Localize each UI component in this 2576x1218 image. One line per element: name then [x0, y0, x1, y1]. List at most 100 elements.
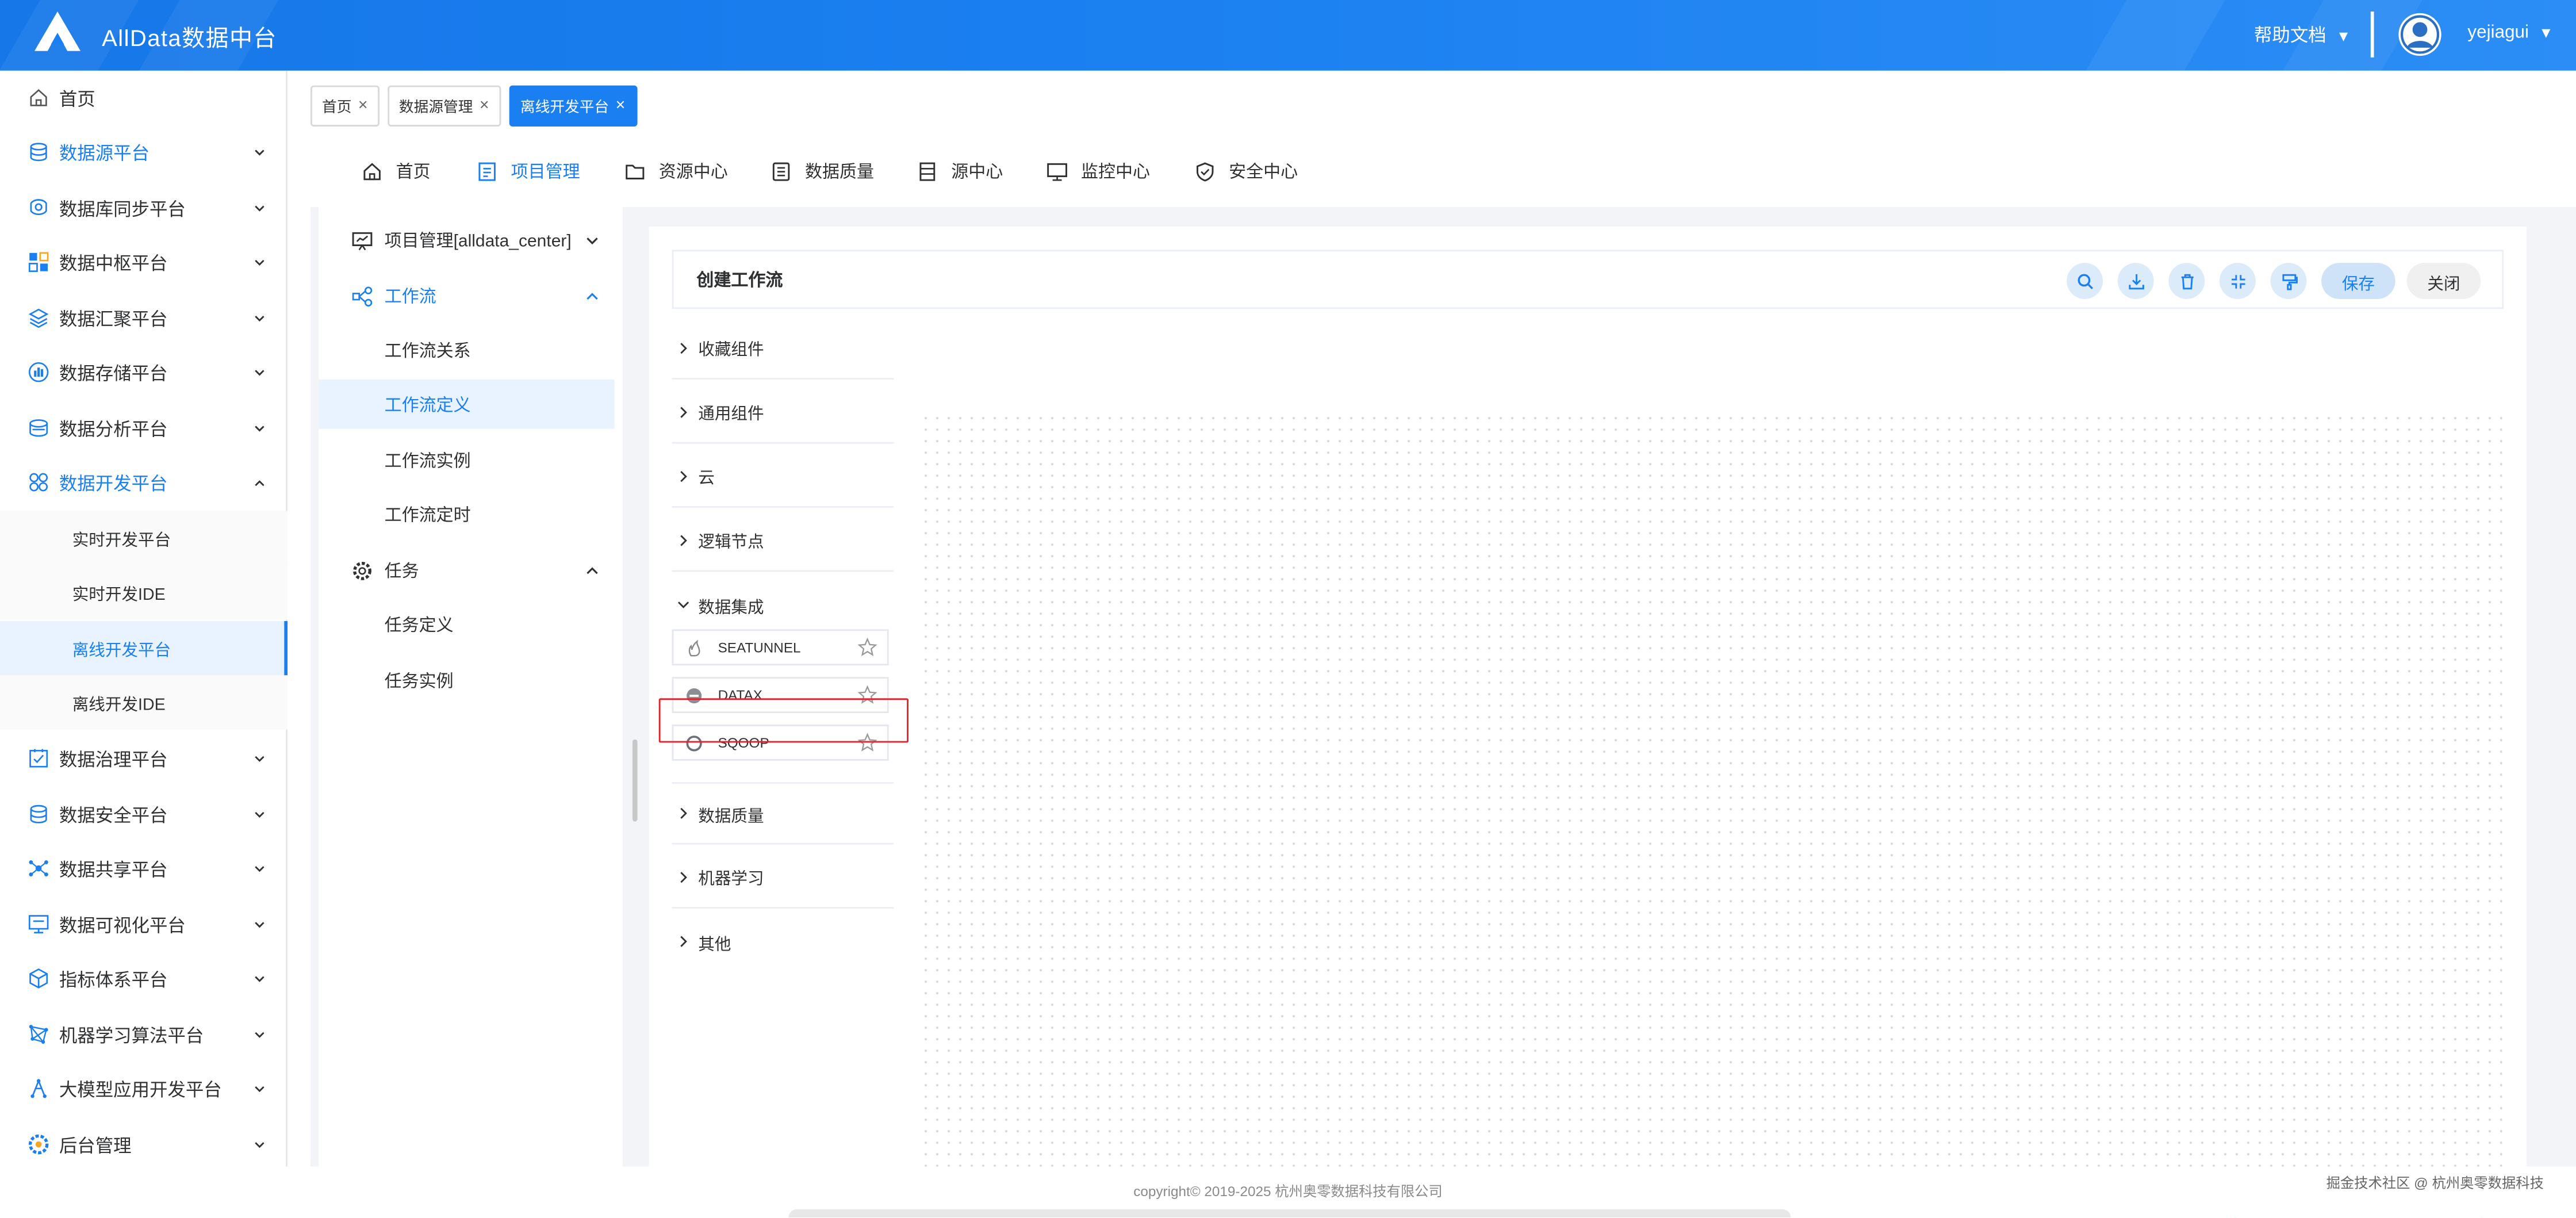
- sidebar-item-db-sync[interactable]: 数据库同步平台: [0, 181, 288, 235]
- sidebar-item-label: 数据分析平台: [59, 420, 168, 440]
- submenu-project[interactable]: 项目管理[alldata_center]: [319, 215, 614, 265]
- header-divider: [2370, 12, 2374, 58]
- tag-home[interactable]: 首页 ×: [310, 85, 379, 127]
- submenu-label: 任务: [384, 561, 419, 581]
- component-label: SEATUNNEL: [718, 639, 801, 656]
- sidebar-item-data-storage[interactable]: 数据存储平台: [0, 345, 288, 399]
- sidebar-item-data-hub[interactable]: 数据中枢平台: [0, 235, 288, 289]
- help-docs-menu[interactable]: 帮助文档 ▼: [2254, 21, 2351, 48]
- sidebar-item-llm[interactable]: 大模型应用开发平台: [0, 1062, 288, 1116]
- download-button[interactable]: [2117, 263, 2154, 299]
- delete-button[interactable]: [2168, 263, 2205, 299]
- sidebar-subitem-offline-dev[interactable]: 离线开发平台: [0, 621, 288, 676]
- tag-label: 数据源管理: [398, 98, 473, 115]
- sidebar-item-data-security[interactable]: 数据安全平台: [0, 787, 288, 841]
- category-label: 数据集成: [698, 599, 764, 617]
- footer: copyright© 2019-2025 杭州奥零数据科技有限公司 掘金技术社区…: [0, 1166, 2576, 1218]
- sidebar-item-admin[interactable]: 后台管理: [0, 1117, 288, 1171]
- category-ml[interactable]: 机器学习: [672, 846, 894, 909]
- category-label: 数据质量: [698, 807, 764, 826]
- workflow-canvas[interactable]: [920, 412, 2502, 1218]
- chevron-right-icon: [680, 936, 687, 947]
- fullscreen-button[interactable]: [2220, 263, 2256, 299]
- sidebar-item-metrics[interactable]: 指标体系平台: [0, 951, 288, 1005]
- category-data-integration[interactable]: 数据集成: [672, 573, 894, 636]
- chevron-down-icon: [255, 369, 264, 376]
- topnav-label: 项目管理: [511, 162, 580, 182]
- settings-icon: [28, 1134, 49, 1155]
- sidebar-item-label: 数据开发平台: [59, 474, 168, 494]
- submenu-workflow-relation[interactable]: 工作流关系: [319, 325, 614, 375]
- sidebar-item-label: 首页: [59, 89, 95, 109]
- topnav-source[interactable]: 源中心: [917, 155, 1046, 187]
- sidebar-item-data-share[interactable]: 数据共享平台: [0, 841, 288, 895]
- submenu-workflow[interactable]: 工作流: [319, 271, 614, 320]
- star-icon[interactable]: [857, 637, 877, 657]
- search-button[interactable]: [2067, 263, 2103, 299]
- user-menu[interactable]: yejiagui ▼: [2467, 23, 2553, 43]
- sidebar-item-label: 数据存储平台: [59, 363, 168, 384]
- chevron-up-icon: [586, 292, 598, 299]
- submenu-task[interactable]: 任务: [319, 546, 614, 595]
- logo-icon[interactable]: [33, 8, 82, 54]
- left-sidebar: 首页 数据源平台 数据库同步平台 数据中枢平台 数据汇聚平台 数据存储平台 数据…: [0, 70, 288, 1218]
- sidebar-item-home[interactable]: 首页: [0, 71, 288, 125]
- chevron-right-icon: [680, 534, 687, 546]
- submenu-task-instance[interactable]: 任务实例: [319, 656, 614, 705]
- submenu-workflow-timing[interactable]: 工作流定时: [319, 489, 614, 539]
- user-avatar[interactable]: [2398, 13, 2441, 56]
- governance-icon: [29, 749, 48, 768]
- submenu-scrollbar[interactable]: [632, 739, 638, 822]
- topnav-resource[interactable]: 资源中心: [624, 155, 770, 187]
- tag-label: 离线开发平台: [520, 98, 610, 115]
- sidebar-item-data-visual[interactable]: 数据可视化平台: [0, 897, 288, 951]
- sidebar-item-data-analysis[interactable]: 数据分析平台: [0, 401, 288, 455]
- sidebar-subitem-offline-ide[interactable]: 离线开发IDE: [0, 675, 288, 730]
- close-icon[interactable]: ×: [480, 97, 489, 115]
- category-cloud[interactable]: 云: [672, 445, 894, 508]
- close-icon[interactable]: ×: [616, 97, 626, 115]
- topnav-label: 首页: [396, 162, 431, 182]
- format-button[interactable]: [2270, 263, 2307, 299]
- chevron-up-icon: [586, 566, 598, 573]
- topnav-project[interactable]: 项目管理: [477, 155, 624, 187]
- close-button[interactable]: 关闭: [2406, 263, 2481, 299]
- topnav-security[interactable]: 安全中心: [1194, 155, 1342, 187]
- dev-icon: [29, 473, 48, 492]
- topnav-quality[interactable]: 数据质量: [770, 155, 917, 187]
- sidebar-item-ml[interactable]: 机器学习算法平台: [0, 1007, 288, 1061]
- sidebar-item-data-dev[interactable]: 数据开发平台: [0, 455, 288, 509]
- chevron-right-icon: [680, 406, 687, 418]
- sidebar-subitem-realtime-ide[interactable]: 实时开发IDE: [0, 565, 288, 620]
- sidebar-item-label: 机器学习算法平台: [59, 1026, 204, 1046]
- save-button[interactable]: 保存: [2321, 263, 2395, 299]
- topnav-monitor[interactable]: 监控中心: [1046, 155, 1194, 187]
- category-data-quality[interactable]: 数据质量: [672, 782, 894, 845]
- category-favorites[interactable]: 收藏组件: [672, 317, 894, 380]
- topnav-home[interactable]: 首页: [362, 155, 477, 187]
- chevron-down-icon: [255, 1031, 264, 1037]
- category-logic[interactable]: 逻辑节点: [672, 510, 894, 572]
- sidebar-item-data-governance[interactable]: 数据治理平台: [0, 731, 288, 785]
- submenu-task-definition[interactable]: 任务定义: [319, 600, 614, 649]
- sidebar-subitem-label: 离线开发IDE: [72, 696, 166, 715]
- tag-datasource-manage[interactable]: 数据源管理 ×: [387, 85, 501, 127]
- chevron-up-icon: [255, 479, 264, 485]
- category-common[interactable]: 通用组件: [672, 381, 894, 444]
- sidebar-item-label: 数据中枢平台: [59, 254, 168, 274]
- fullscreen-icon: [2230, 274, 2245, 288]
- chevron-down-icon: [255, 148, 264, 155]
- component-seatunnel[interactable]: SEATUNNEL: [672, 629, 889, 666]
- footer-shadow: [788, 1209, 1791, 1218]
- chevron-down-icon: [586, 236, 598, 244]
- sidebar-item-label: 数据治理平台: [59, 750, 168, 770]
- tag-offline-dev[interactable]: 离线开发平台 ×: [508, 85, 637, 127]
- submenu-workflow-definition[interactable]: 工作流定义: [319, 380, 615, 429]
- sidebar-item-data-aggregation[interactable]: 数据汇聚平台: [0, 291, 288, 345]
- category-label: 收藏组件: [698, 342, 764, 360]
- category-other[interactable]: 其他: [672, 910, 894, 973]
- sidebar-subitem-realtime-dev[interactable]: 实时开发平台: [0, 511, 288, 565]
- submenu-workflow-instance[interactable]: 工作流实例: [319, 435, 614, 485]
- sidebar-item-datasource[interactable]: 数据源平台: [0, 125, 288, 179]
- close-icon[interactable]: ×: [358, 97, 368, 115]
